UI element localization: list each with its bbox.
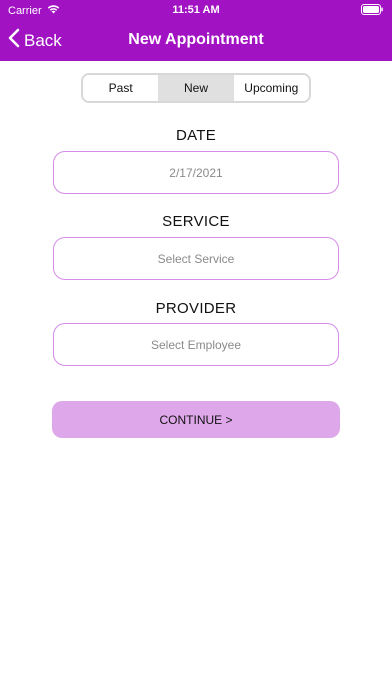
status-bar: Carrier 11:51 AM [0, 0, 392, 20]
new-appointment-screen: Carrier 11:51 AM Back New Appointment Pa… [0, 0, 392, 696]
service-label: SERVICE [162, 213, 230, 230]
provider-placeholder: Select Employee [150, 337, 242, 352]
provider-label: PROVIDER [155, 300, 237, 317]
tab-upcoming[interactable]: Upcoming [234, 75, 309, 101]
continue-button[interactable]: CONTINUE > [52, 401, 340, 438]
status-time: 11:51 AM [172, 4, 220, 16]
date-value: 2/17/2021 [169, 165, 223, 180]
nav-bar: Back New Appointment [0, 20, 392, 61]
service-select[interactable]: Select Service [53, 237, 339, 280]
appointment-tabs: Past New Upcoming [81, 73, 311, 103]
date-field[interactable]: 2/17/2021 [53, 151, 339, 194]
page-title: New Appointment [128, 31, 264, 48]
header: Carrier 11:51 AM Back New Appointment [0, 0, 392, 61]
tab-past[interactable]: Past [83, 75, 158, 101]
service-placeholder: Select Service [157, 251, 235, 266]
tab-new[interactable]: New [158, 75, 234, 101]
date-label: DATE [175, 127, 217, 144]
continue-label: CONTINUE > [159, 412, 233, 427]
battery-icon [361, 4, 383, 15]
provider-select[interactable]: Select Employee [53, 323, 339, 366]
